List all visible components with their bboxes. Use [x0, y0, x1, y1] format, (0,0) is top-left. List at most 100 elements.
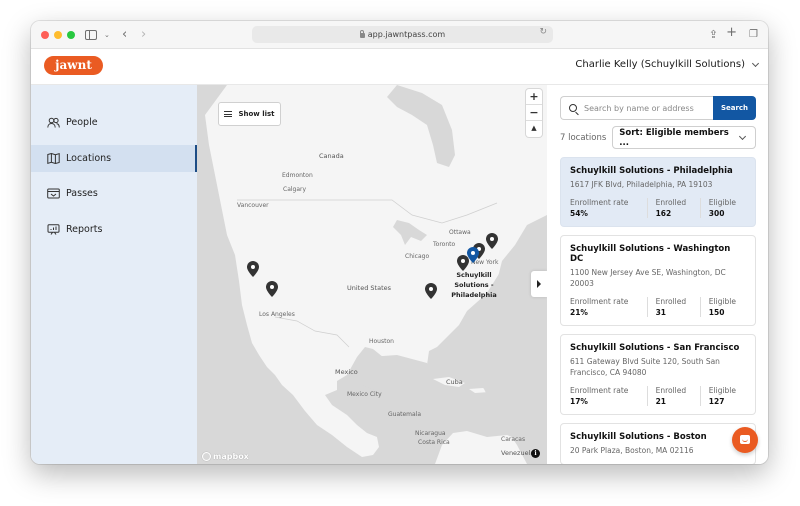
zoom-out-button[interactable]: − — [526, 105, 542, 121]
map-label-canada: Canada — [319, 152, 344, 160]
map-label-mexico: Mexico — [335, 368, 358, 376]
location-address: 1617 JFK Blvd, Philadelphia, PA 19103 — [570, 180, 713, 189]
new-tab-icon[interactable]: + — [726, 25, 737, 41]
map-label-caracas: Caracas — [501, 436, 526, 443]
search-field[interactable] — [560, 96, 713, 120]
compass-button[interactable]: ▲ — [526, 121, 542, 137]
location-address: 611 Gateway Blvd Suite 120, South San Fr… — [570, 357, 720, 377]
map-label-nicaragua: Nicaragua — [415, 430, 446, 437]
zoom-in-button[interactable]: + — [526, 89, 542, 105]
location-pin-los-angeles[interactable] — [266, 281, 278, 297]
collapse-panel-toggle[interactable] — [531, 271, 547, 297]
mapbox-attribution: mapbox — [213, 452, 249, 461]
enrollment-rate: 17% — [570, 397, 588, 406]
list-icon — [224, 111, 233, 117]
sidebar-item-passes[interactable]: Passes — [31, 180, 197, 207]
enrollment-rate: 21% — [570, 308, 588, 317]
location-address: 1100 New Jersey Ave SE, Washington, DC 2… — [570, 268, 726, 288]
chat-support-button[interactable] — [732, 427, 758, 453]
sidebar-item-locations[interactable]: Locations — [31, 144, 197, 172]
sort-label: Sort: Eligible members ... — [619, 127, 729, 148]
jawnt-logo[interactable]: jawnt — [44, 56, 103, 75]
browser-window: ⌄ ‹ › app.jawntpass.com ↻ ⇪ + ❐ jawnt Ch… — [31, 21, 768, 464]
location-name: Schuylkill Solutions - Boston — [570, 432, 707, 442]
sidebar-item-people[interactable]: People — [31, 109, 197, 136]
stat-label: Enrollment rate — [570, 198, 629, 207]
location-pin-atlanta[interactable] — [425, 283, 437, 299]
map-label-cuba: Cuba — [446, 378, 463, 386]
map-label-houston: Houston — [369, 338, 394, 345]
mapbox-icon — [202, 452, 211, 461]
eligible-count: 300 — [708, 209, 725, 218]
chevron-down-icon[interactable]: ⌄ — [104, 27, 110, 43]
map-label-venezuela: Venezuela — [501, 449, 535, 457]
stat-label: Enrolled — [655, 386, 687, 395]
close-window-button[interactable] — [41, 31, 49, 39]
location-address: 20 Park Plaza, Boston, MA 02116 — [570, 446, 694, 455]
show-list-label: Show list — [238, 110, 275, 118]
window-controls — [41, 31, 75, 39]
locations-panel: Search 7 locations Sort: Eligible member… — [547, 85, 768, 464]
location-card[interactable]: Schuylkill Solutions - Washington DC 110… — [560, 235, 756, 326]
location-pin-san-francisco[interactable] — [247, 261, 259, 277]
app-header: jawnt Charlie Kelly (Schuylkill Solution… — [31, 49, 768, 85]
chevron-down-icon — [739, 132, 747, 140]
stat-label: Eligible — [708, 297, 736, 306]
map-label-vancouver: Vancouver — [237, 202, 269, 209]
map-label-mexico-city: Mexico City — [347, 391, 382, 398]
back-icon[interactable]: ‹ — [122, 27, 127, 43]
location-name: Schuylkill Solutions - Philadelphia — [570, 166, 733, 176]
stat-label: Enrollment rate — [570, 386, 629, 395]
lock-icon — [359, 30, 365, 38]
stat-label: Eligible — [708, 386, 736, 395]
map-label-costa-rica: Costa Rica — [418, 439, 450, 446]
enrollment-rate: 54% — [570, 209, 588, 218]
url-text: app.jawntpass.com — [367, 30, 446, 39]
location-card[interactable]: Schuylkill Solutions - Boston 20 Park Pl… — [560, 423, 756, 464]
sidebar-item-label: People — [66, 117, 98, 128]
stat-label: Enrolled — [655, 198, 687, 207]
sidebar-item-reports[interactable]: Reports — [31, 216, 197, 243]
forward-icon[interactable]: › — [141, 27, 146, 43]
search-icon — [569, 104, 577, 112]
mapbox-logo[interactable]: mapbox — [202, 452, 249, 461]
selected-pin-label: Schuylkill Solutions - Philadelphia — [451, 271, 497, 299]
map-label-chicago: Chicago — [405, 253, 430, 260]
show-list-button[interactable]: Show list — [218, 102, 281, 126]
map-label-guatemala: Guatemala — [388, 411, 422, 418]
info-icon[interactable]: i — [531, 449, 540, 458]
maximize-window-button[interactable] — [67, 31, 75, 39]
locations-count: 7 locations — [560, 132, 607, 143]
locations-map[interactable]: Canada Edmonton Calgary Vancouver Ottawa… — [197, 85, 547, 464]
sidebar-item-label: Reports — [66, 223, 103, 235]
report-icon — [47, 223, 60, 235]
user-menu[interactable]: Charlie Kelly (Schuylkill Solutions) — [575, 59, 760, 70]
location-pin-philadelphia-selected[interactable] — [467, 247, 479, 263]
map-label-calgary: Calgary — [283, 186, 307, 193]
location-card[interactable]: Schuylkill Solutions - Philadelphia 1617… — [560, 157, 756, 227]
tabs-overview-icon[interactable]: ❐ — [749, 27, 758, 43]
map-label-ottawa: Ottawa — [449, 229, 471, 236]
map-label-los-angeles: Los Angeles — [259, 311, 295, 318]
map-label-toronto: Toronto — [433, 241, 456, 248]
map-zoom-controls: + − ▲ — [526, 89, 542, 137]
sidebar-toggle-icon[interactable] — [85, 30, 97, 40]
search-button[interactable]: Search — [713, 96, 756, 120]
address-bar[interactable]: app.jawntpass.com ↻ — [252, 26, 553, 43]
user-name: Charlie Kelly (Schuylkill Solutions) — [575, 59, 745, 70]
location-name: Schuylkill Solutions - San Francisco — [570, 343, 740, 353]
sidebar: People Locations Passes Reports — [31, 85, 197, 464]
eligible-count: 127 — [708, 397, 725, 406]
share-icon[interactable]: ⇪ — [709, 27, 718, 43]
reload-icon[interactable]: ↻ — [539, 27, 547, 37]
sort-dropdown[interactable]: Sort: Eligible members ... — [612, 126, 756, 149]
search-input[interactable] — [584, 103, 704, 113]
location-card[interactable]: Schuylkill Solutions - San Francisco 611… — [560, 334, 756, 415]
people-icon — [47, 117, 60, 128]
sidebar-item-label: Passes — [66, 188, 98, 199]
location-pin-boston[interactable] — [486, 233, 498, 249]
map-label-united-states: United States — [347, 284, 392, 292]
enrolled-count: 31 — [655, 308, 667, 317]
minimize-window-button[interactable] — [54, 31, 62, 39]
stat-label: Enrollment rate — [570, 297, 629, 306]
